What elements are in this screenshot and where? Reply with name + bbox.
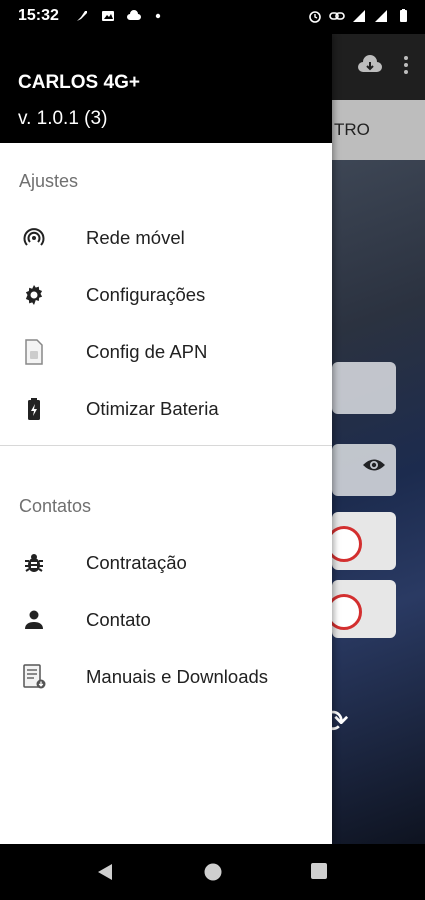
- menu-item-label: Contratação: [86, 551, 187, 573]
- menu-item-rede-movel[interactable]: Rede móvel: [0, 209, 332, 266]
- drawer-header: CARLOS 4G+ v. 1.0.1 (3): [0, 34, 332, 143]
- menu-item-configuracoes[interactable]: Configurações: [0, 266, 332, 323]
- status-time: 15:32: [18, 7, 59, 24]
- section-title: Contatos: [19, 496, 92, 516]
- tab-label[interactable]: TRO: [334, 120, 370, 140]
- background-card: [332, 362, 396, 414]
- home-icon[interactable]: [203, 862, 223, 882]
- image-icon: [102, 11, 114, 21]
- navigation-drawer: CARLOS 4G+ v. 1.0.1 (3) Ajustes Rede móv…: [0, 34, 332, 844]
- back-icon[interactable]: [96, 862, 114, 882]
- wifi-signal-icon: [375, 10, 387, 22]
- section-ajustes: Ajustes Rede móvel Configurações Config …: [0, 143, 332, 476]
- dot-icon: [155, 13, 161, 19]
- menu-item-label: Configurações: [86, 283, 206, 305]
- 4g-signal-icon: [353, 10, 365, 22]
- menu-item-otimizar-bateria[interactable]: Otimizar Bateria: [0, 380, 332, 437]
- bug-icon: [25, 553, 43, 572]
- menu-item-label: Rede móvel: [86, 226, 185, 248]
- menu-item-config-apn[interactable]: Config de APN: [0, 323, 332, 380]
- battery-charging-icon: [28, 397, 40, 420]
- more-vert-icon[interactable]: [403, 54, 409, 76]
- recents-icon[interactable]: [310, 862, 328, 880]
- background-option-l[interactable]: [326, 580, 396, 638]
- divider: [0, 445, 332, 446]
- section-contatos: Contatos Contratação Contato Manuais e D…: [0, 476, 332, 705]
- app-name: CARLOS 4G+: [18, 72, 140, 93]
- cloud-download-icon[interactable]: [357, 54, 383, 76]
- battery-icon: [400, 9, 407, 22]
- alarm-icon: [309, 11, 321, 23]
- person-icon: [25, 610, 43, 629]
- eye-icon: [363, 459, 385, 471]
- sim-card-icon: [25, 338, 43, 365]
- antenna-icon: [23, 227, 45, 246]
- cloud-icon: [127, 10, 141, 20]
- menu-item-contato[interactable]: Contato: [0, 591, 332, 648]
- status-bar: 15:32: [0, 0, 425, 34]
- background-card-eye[interactable]: [332, 444, 396, 496]
- document-icon: [23, 663, 46, 688]
- background-option-m[interactable]: [326, 512, 396, 570]
- navigation-bar: [0, 844, 425, 900]
- link-icon: [329, 12, 345, 20]
- rocket-icon: [77, 11, 87, 21]
- app-version: v. 1.0.1 (3): [18, 108, 108, 129]
- menu-item-manuais-downloads[interactable]: Manuais e Downloads: [0, 648, 332, 705]
- menu-item-label: Config de APN: [86, 340, 208, 362]
- menu-item-label: Contato: [86, 608, 151, 630]
- gear-icon: [25, 284, 43, 305]
- menu-item-label: Manuais e Downloads: [86, 665, 269, 687]
- menu-item-contratacao[interactable]: Contratação: [0, 534, 332, 591]
- section-title: Ajustes: [19, 171, 79, 191]
- menu-item-label: Otimizar Bateria: [86, 397, 219, 419]
